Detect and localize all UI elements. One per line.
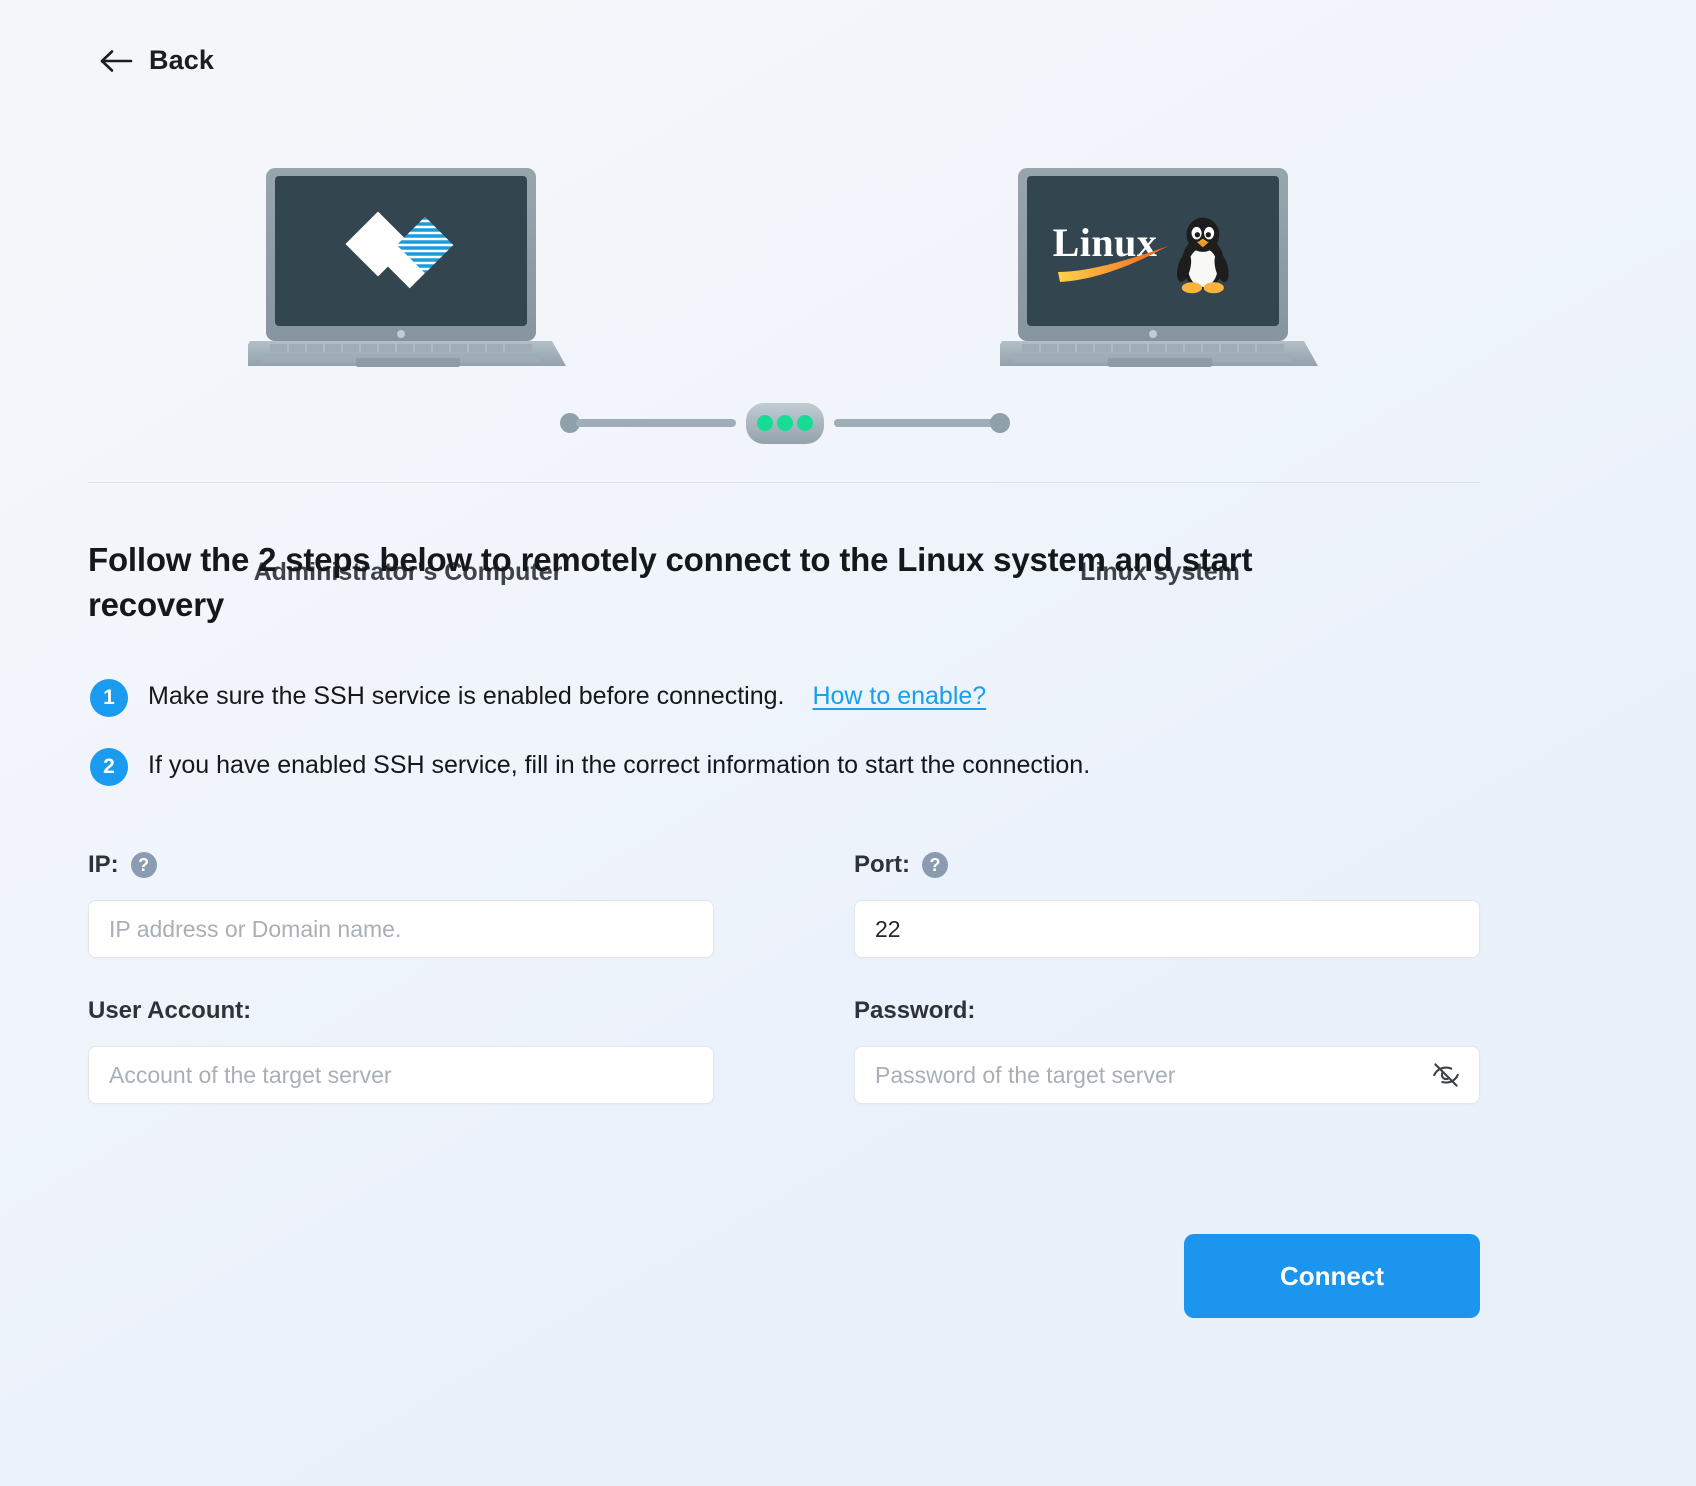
steps-list: 1 Make sure the SSH service is enabled b… xyxy=(90,678,1430,816)
back-label: Back xyxy=(149,45,214,75)
step-text-wrap: Make sure the SSH service is enabled bef… xyxy=(148,678,986,716)
connect-button[interactable]: Connect xyxy=(1184,1234,1480,1318)
password-field-group: Password: xyxy=(854,996,1480,1104)
connection-form: IP: ? Port: ? xyxy=(88,850,1480,1142)
port-label-row: Port: ? xyxy=(854,850,1480,880)
user-account-label-row: User Account: xyxy=(88,996,714,1026)
question-mark-icon[interactable]: ? xyxy=(922,852,948,878)
connection-indicator xyxy=(560,398,1010,448)
connection-illustration: Linux Administrator's Computer Linux sys… xyxy=(0,150,1696,586)
form-row: User Account: Password: xyxy=(88,996,1480,1104)
password-input-box[interactable] xyxy=(854,1046,1480,1104)
section-divider xyxy=(88,482,1480,483)
eye-off-icon[interactable] xyxy=(1431,1060,1461,1090)
step-description: Make sure the SSH service is enabled bef… xyxy=(148,682,785,710)
step-number-badge: 2 xyxy=(90,748,128,786)
back-button[interactable]: Back xyxy=(100,45,214,76)
port-field-group: Port: ? xyxy=(854,850,1480,958)
remote-connect-page: Back Linux Administrator's Computer Linu… xyxy=(0,0,1696,1486)
step-item: 1 Make sure the SSH service is enabled b… xyxy=(90,678,1430,717)
user-account-label: User Account: xyxy=(88,997,252,1024)
password-label-row: Password: xyxy=(854,996,1480,1026)
ip-input-box[interactable] xyxy=(88,900,714,958)
status-dot xyxy=(797,415,813,431)
password-input[interactable] xyxy=(855,1047,1479,1103)
step-item: 2 If you have enabled SSH service, fill … xyxy=(90,747,1430,786)
ip-field-group: IP: ? xyxy=(88,850,714,958)
user-account-input[interactable] xyxy=(89,1047,713,1103)
ip-label: IP: xyxy=(88,851,119,878)
arrow-left-icon xyxy=(100,48,134,74)
admin-computer-illustration xyxy=(236,168,568,373)
password-label: Password: xyxy=(854,997,976,1024)
user-account-field-group: User Account: xyxy=(88,996,714,1104)
how-to-enable-link[interactable]: How to enable? xyxy=(812,678,986,716)
form-row: IP: ? Port: ? xyxy=(88,850,1480,958)
step-number-badge: 1 xyxy=(90,679,128,717)
ip-label-row: IP: ? xyxy=(88,850,714,880)
page-title: Follow the 2 steps below to remotely con… xyxy=(88,541,1253,623)
port-input-box[interactable] xyxy=(854,900,1480,958)
question-mark-icon[interactable]: ? xyxy=(130,852,157,878)
linux-system-illustration: Linux xyxy=(988,168,1320,373)
port-label: Port: xyxy=(854,851,910,878)
step-text-wrap: If you have enabled SSH service, fill in… xyxy=(148,747,1090,785)
step-description: If you have enabled SSH service, fill in… xyxy=(148,751,1091,779)
status-dot xyxy=(757,415,773,431)
user-account-input-box[interactable] xyxy=(88,1046,714,1104)
port-input[interactable] xyxy=(855,901,1479,957)
ip-input[interactable] xyxy=(89,901,713,957)
status-dot xyxy=(777,415,793,431)
